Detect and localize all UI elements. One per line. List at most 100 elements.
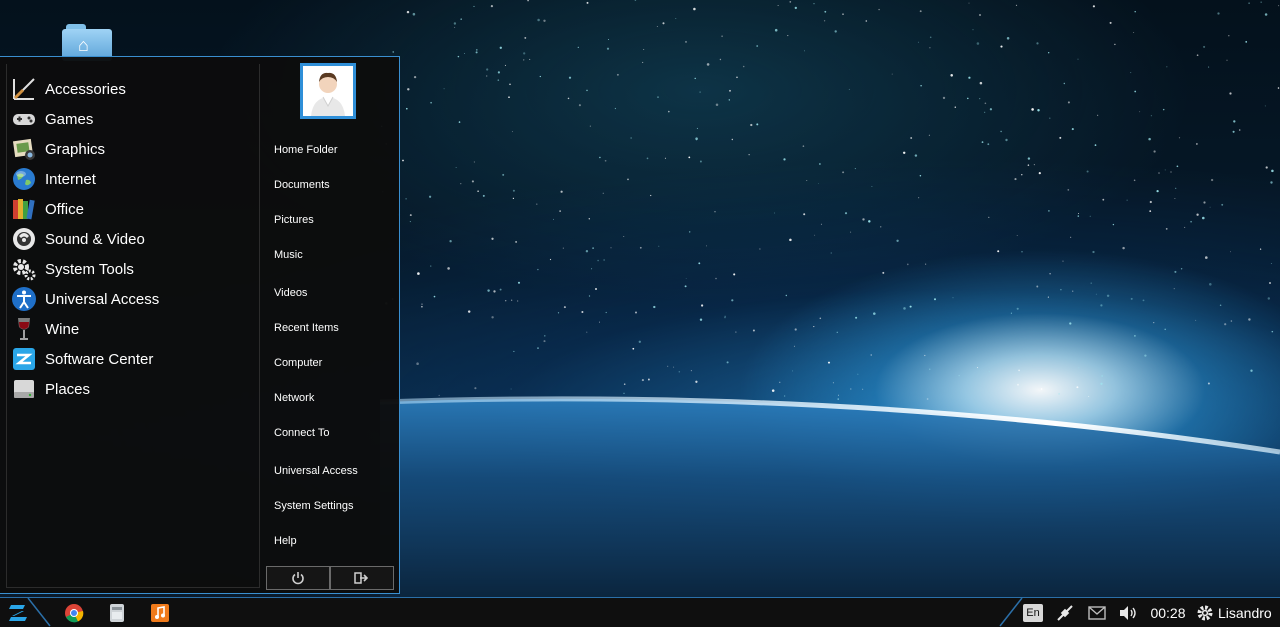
language-badge: En	[1023, 603, 1043, 622]
star	[918, 197, 920, 199]
star	[1149, 210, 1152, 212]
network-indicator[interactable]	[1054, 598, 1076, 627]
star	[524, 36, 527, 39]
user-menu[interactable]: Lisandro	[1196, 598, 1280, 627]
star	[699, 318, 703, 321]
star	[700, 304, 704, 307]
place-videos[interactable]: Videos	[274, 285, 307, 301]
category-graphics[interactable]: Graphics	[11, 134, 257, 164]
star	[731, 138, 733, 141]
star	[491, 237, 494, 240]
star	[1166, 66, 1168, 68]
star	[513, 350, 515, 352]
keyboard-layout-indicator[interactable]: En	[1022, 598, 1044, 627]
file-manager-launcher[interactable]	[106, 602, 128, 624]
star	[774, 28, 778, 32]
volume-indicator[interactable]	[1117, 598, 1139, 627]
file-manager-icon	[110, 604, 124, 622]
star	[606, 47, 610, 50]
star	[610, 247, 612, 249]
star	[917, 41, 919, 43]
star	[699, 91, 701, 93]
star	[509, 83, 511, 86]
star	[870, 354, 872, 356]
power-button[interactable]	[266, 566, 330, 590]
place-recent-items[interactable]: Recent Items	[274, 320, 339, 336]
star	[950, 74, 953, 77]
star	[491, 316, 494, 319]
star	[862, 388, 864, 390]
star	[537, 347, 539, 349]
star	[1174, 270, 1177, 273]
star	[1195, 319, 1197, 321]
category-software-center[interactable]: Software Center	[11, 344, 257, 374]
category-wine[interactable]: Wine	[11, 314, 257, 344]
star	[926, 398, 929, 400]
star	[1070, 236, 1072, 238]
star	[696, 127, 698, 129]
place-network[interactable]: Network	[274, 390, 314, 406]
music-player-launcher[interactable]	[149, 602, 171, 624]
star	[1224, 323, 1227, 326]
star	[1092, 250, 1095, 254]
star	[563, 306, 566, 309]
star	[639, 246, 642, 249]
category-universal-access[interactable]: Universal Access	[11, 284, 257, 314]
gamepad-icon	[11, 106, 37, 132]
star	[842, 13, 844, 15]
place-computer[interactable]: Computer	[274, 355, 322, 371]
star	[1106, 294, 1110, 298]
star	[1196, 213, 1199, 216]
category-accessories[interactable]: Accessories	[11, 74, 257, 104]
category-places[interactable]: Places	[11, 374, 257, 404]
star	[1133, 179, 1136, 182]
star	[1059, 136, 1062, 139]
category-sound-video[interactable]: Sound & Video	[11, 224, 257, 254]
star	[813, 3, 815, 5]
place-universal-access[interactable]: Universal Access	[274, 463, 358, 479]
settings-gear-icon	[1197, 605, 1213, 620]
place-pictures[interactable]: Pictures	[274, 212, 314, 228]
star	[1112, 223, 1115, 226]
category-internet[interactable]: Internet	[11, 164, 257, 194]
star	[559, 210, 561, 212]
star	[577, 46, 579, 49]
category-system-tools[interactable]: System Tools	[11, 254, 257, 284]
star	[523, 59, 525, 61]
star	[1089, 215, 1091, 217]
place-connect-to[interactable]: Connect To	[274, 425, 329, 441]
logout-button[interactable]	[330, 566, 394, 590]
place-documents[interactable]: Documents	[274, 177, 330, 193]
graphics-icon	[11, 136, 37, 162]
chrome-launcher[interactable]	[63, 602, 85, 624]
starfield	[381, 0, 1280, 400]
place-home-folder[interactable]: Home Folder	[274, 142, 338, 158]
star	[1102, 198, 1105, 201]
star	[952, 297, 954, 299]
star	[1259, 248, 1262, 250]
category-label: Software Center	[45, 350, 154, 368]
star	[1156, 189, 1159, 193]
star	[667, 365, 669, 367]
place-help[interactable]: Help	[274, 533, 297, 549]
star	[497, 79, 500, 81]
star	[1000, 45, 1003, 48]
home-folder-icon[interactable]: ⌂	[62, 24, 114, 61]
star	[589, 125, 591, 127]
star	[1153, 150, 1156, 153]
user-avatar[interactable]	[300, 63, 356, 119]
category-office[interactable]: Office	[11, 194, 257, 224]
category-games[interactable]: Games	[11, 104, 257, 134]
star	[614, 107, 617, 110]
star	[595, 288, 597, 290]
star	[1033, 164, 1035, 166]
mail-indicator[interactable]	[1086, 598, 1108, 627]
star	[699, 160, 702, 163]
star	[1176, 165, 1179, 168]
place-music[interactable]: Music	[274, 247, 303, 263]
star	[928, 134, 930, 136]
clock[interactable]: 00:28	[1146, 598, 1190, 627]
star	[1264, 105, 1266, 107]
place-system-settings[interactable]: System Settings	[274, 498, 353, 514]
star	[543, 19, 546, 22]
